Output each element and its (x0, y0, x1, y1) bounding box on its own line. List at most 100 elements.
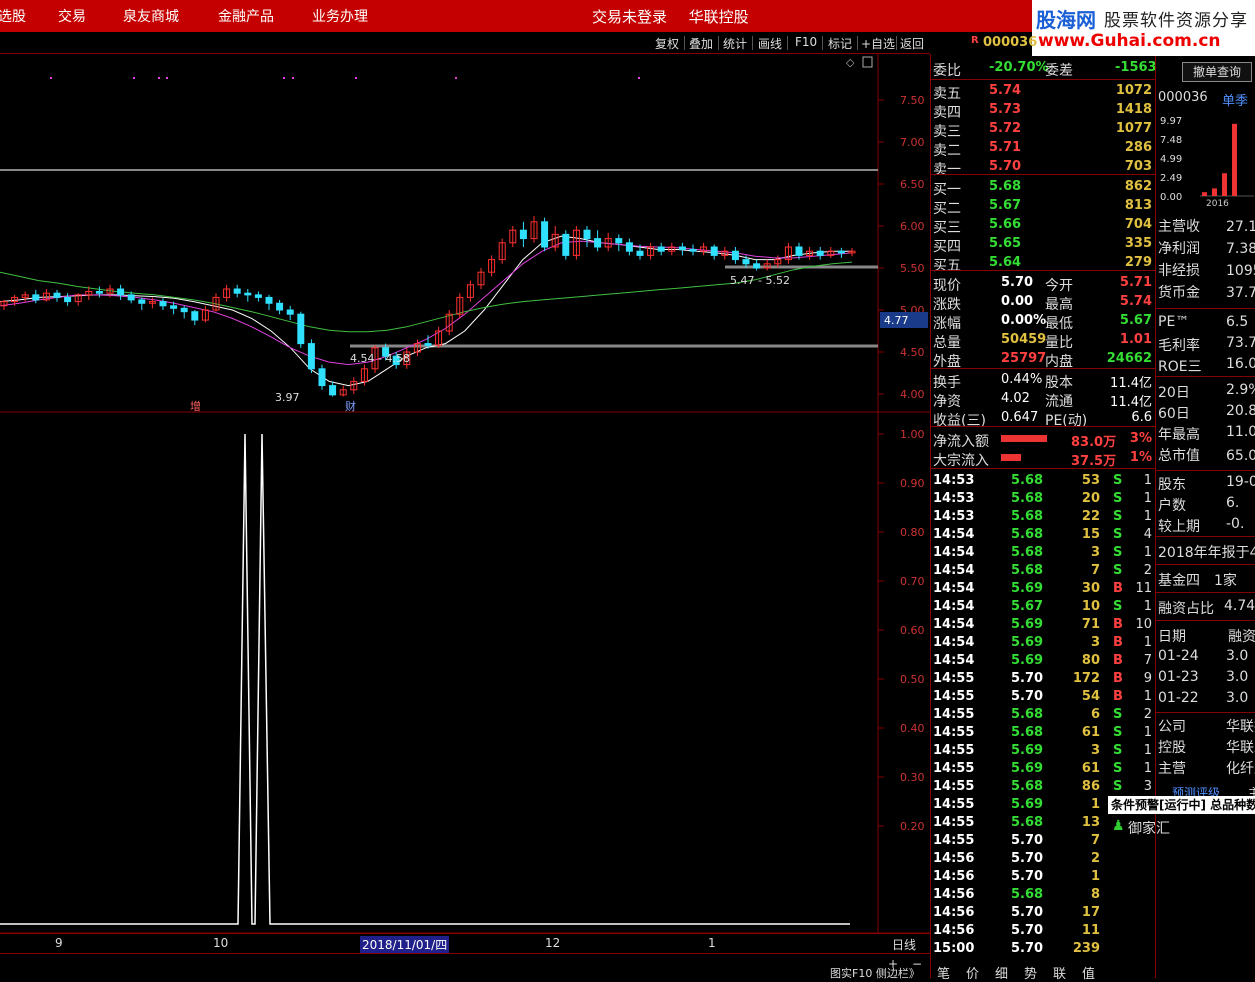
candle-body (307, 343, 315, 370)
stat-value: 0.00 (1001, 294, 1034, 309)
tick-volume: 61 (1081, 761, 1100, 776)
toolbar-draw-line[interactable]: 画线 (758, 35, 782, 52)
bid-row: 买一 5.68 862 (931, 178, 1156, 198)
toolbar-back[interactable]: 返回 (900, 35, 924, 52)
f10-sidebar-hint[interactable]: 图实F10 侧边栏》 (830, 968, 920, 979)
flow-row: 净流入额 83.0万 3% (931, 430, 1156, 450)
info-row-label: 公司 (1158, 719, 1186, 735)
detail-tab[interactable]: 细 (995, 963, 1008, 982)
ask-volume: 1077 (1115, 121, 1152, 136)
detail-tab[interactable]: 笔 (937, 963, 950, 982)
toolbar-overlay[interactable]: 叠加 (689, 35, 713, 52)
marker-cai[interactable]: 财 (345, 399, 356, 413)
candle-body (297, 313, 305, 345)
login-status[interactable]: 交易未登录 (592, 8, 667, 26)
toolbar-add-favorite[interactable]: +自选 (861, 35, 895, 52)
detail-tab[interactable]: 价 (966, 963, 979, 982)
tick-price: 5.68 (1011, 887, 1044, 902)
candle-body (138, 299, 146, 304)
tick-volume: 10 (1081, 599, 1100, 614)
detail-tab[interactable]: 值 (1082, 963, 1095, 982)
tick-time: 14:53 (933, 473, 975, 488)
range-annotation-2: 5.47 - 5.52 (730, 274, 790, 287)
tick-time: 14:56 (933, 869, 975, 884)
tick-time: 14:56 (933, 851, 975, 866)
tick-side: S (1113, 599, 1123, 614)
x-label-3: 12 (545, 936, 561, 950)
tick-price: 5.70 (1011, 905, 1044, 920)
tick-row: 14:54 5.69 71 B 10 (933, 617, 1158, 635)
detail-tabs: 笔价细势联值 (931, 962, 1156, 982)
stat2-label: 流通 (1045, 394, 1073, 410)
margin-row-label: 01-24 (1158, 648, 1199, 664)
detail-tab[interactable]: 联 (1053, 963, 1066, 982)
tick-side: S (1113, 545, 1123, 560)
condition-alert-item[interactable]: ♟ 御家汇 (1108, 816, 1255, 838)
tick-volume: 239 (1072, 941, 1100, 956)
cancel-query-button[interactable]: 撤单查询 (1182, 62, 1252, 82)
ind-tick-label: 0.70 (900, 575, 925, 588)
candle-body (159, 301, 167, 307)
season-toggle[interactable]: 单季 (1222, 90, 1248, 109)
tick-volume: 53 (1081, 473, 1100, 488)
menu-mall[interactable]: 泉友商城 (123, 6, 179, 26)
price-tick-label: 5.50 (900, 262, 925, 275)
menu-select-stock[interactable]: 选股 (0, 6, 26, 26)
bid-price: 5.64 (989, 255, 1022, 270)
tick-row: 15:00 5.70 239 (933, 941, 1158, 959)
candle-body (519, 229, 527, 240)
tick-count: 4 (1143, 527, 1152, 542)
signal-dot (638, 77, 640, 79)
tick-price: 5.69 (1011, 797, 1044, 812)
bid-label: 买四 (933, 239, 961, 255)
tick-side: S (1113, 491, 1123, 506)
info-row: 控股 华联发展集 (1158, 737, 1255, 757)
stat2-value: 0.44% (1001, 372, 1043, 387)
tick-volume: 7 (1090, 833, 1100, 848)
quote-code-row: R 000036 (931, 32, 1156, 54)
marker-zeng[interactable]: 增 (190, 399, 201, 413)
stat-label: 最低 (1045, 316, 1073, 332)
tick-time: 14:55 (933, 671, 975, 686)
holder-row: 较上期 -0. (1158, 516, 1255, 536)
signal-dot (166, 77, 168, 79)
candle-body (424, 343, 432, 346)
holder-row: 户数 6. (1158, 495, 1255, 515)
detail-tab[interactable]: 势 (1024, 963, 1037, 982)
ask-price: 5.72 (989, 121, 1022, 136)
bid-label: 买一 (933, 182, 961, 198)
period-selector[interactable]: 日线 (892, 936, 916, 953)
candle-body (117, 288, 125, 296)
menu-trade[interactable]: 交易 (58, 6, 86, 26)
x-label-1: 9 (55, 936, 63, 950)
signal-dot (283, 77, 285, 79)
bid-label: 买五 (933, 258, 961, 274)
tick-volume: 80 (1081, 653, 1100, 668)
condition-alert-header[interactable]: 条件预警[运行中] 总品种数 (1108, 796, 1255, 814)
menu-finance-products[interactable]: 金融产品 (218, 6, 274, 26)
toolbar-f10[interactable]: F10 (795, 35, 817, 49)
tick-price: 5.67 (1011, 599, 1044, 614)
menu-business[interactable]: 业务办理 (312, 6, 368, 26)
toolbar-statistics[interactable]: 统计 (723, 35, 747, 52)
ratio-row: ROE三 16.08% (1158, 356, 1255, 376)
tick-count: 1 (1143, 743, 1152, 758)
tick-volume: 3 (1090, 545, 1100, 560)
mini-bar (1222, 173, 1227, 196)
panel-toggle-icon[interactable] (862, 56, 873, 68)
tick-side: S (1113, 779, 1123, 794)
toolbar-restore-rights[interactable]: 复权 (655, 35, 679, 52)
tick-volume: 20 (1081, 491, 1100, 506)
tick-volume: 86 (1081, 779, 1100, 794)
candle-body (265, 296, 273, 304)
diamond-icon[interactable]: ◇ (846, 56, 855, 69)
candle-body (615, 238, 623, 244)
candle-body (191, 311, 199, 321)
range-annotation-1: 4.54 - 4.58 (350, 352, 410, 365)
price-tick-label: 7.50 (900, 94, 925, 107)
tick-count: 1 (1143, 725, 1152, 740)
tick-count: 1 (1143, 599, 1152, 614)
tick-row: 14:54 5.69 30 B 11 (933, 581, 1158, 599)
kline-chart[interactable]: ◇ 7.507.006.506.005.505.004.504.00 4.77 … (0, 54, 930, 934)
toolbar-mark[interactable]: 标记 (828, 35, 852, 52)
